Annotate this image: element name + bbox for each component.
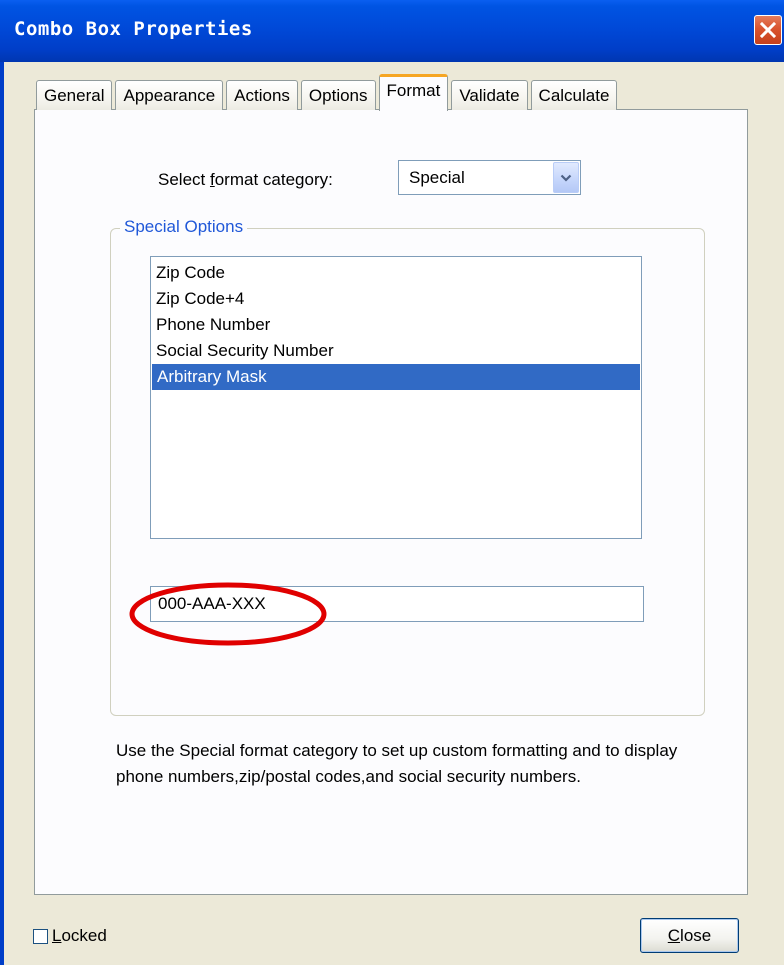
locked-label: Locked (52, 926, 107, 946)
dialog-title: Combo Box Properties (14, 18, 253, 40)
window-frame (0, 62, 4, 965)
list-item[interactable]: Zip Code+4 (151, 286, 641, 312)
arbitrary-mask-input[interactable] (150, 586, 644, 622)
close-button[interactable]: Close (640, 918, 739, 953)
tab-strip: General Appearance Actions Options Forma… (36, 74, 620, 111)
list-item[interactable]: Social Security Number (151, 338, 641, 364)
tab-general[interactable]: General (36, 80, 113, 110)
format-category-label-post: ormat category: (214, 170, 333, 189)
close-icon (759, 21, 777, 39)
tab-validate[interactable]: Validate (451, 80, 528, 110)
list-item[interactable]: Zip Code (151, 260, 641, 286)
list-item-selected[interactable]: Arbitrary Mask (152, 364, 640, 390)
tab-calculate[interactable]: Calculate (530, 80, 618, 110)
format-category-label: Select format category: (158, 170, 333, 190)
chevron-down-icon (560, 174, 572, 182)
format-category-select[interactable]: Special (398, 160, 581, 195)
close-label-accesskey: C (667, 925, 681, 945)
special-options-legend: Special Options (120, 217, 248, 237)
dropdown-button[interactable] (553, 162, 579, 193)
list-item[interactable]: Phone Number (151, 312, 641, 338)
locked-label-rest: ocked (61, 926, 107, 945)
checkbox-box[interactable] (33, 928, 48, 944)
close-window-button[interactable] (754, 15, 782, 45)
close-label-rest: lose (680, 925, 712, 945)
format-help-text: Use the Special format category to set u… (116, 741, 678, 786)
format-category-label-pre: Select (158, 170, 210, 189)
title-bar[interactable]: Combo Box Properties (0, 0, 784, 62)
tab-appearance[interactable]: Appearance (115, 80, 224, 110)
special-options-list[interactable]: Zip Code Zip Code+4 Phone Number Social … (150, 256, 642, 539)
format-category-value: Special (409, 168, 465, 187)
tab-options[interactable]: Options (300, 80, 376, 110)
tab-actions[interactable]: Actions (226, 80, 298, 110)
combo-box-properties-dialog: Combo Box Properties General Appearance … (0, 0, 784, 965)
tab-format[interactable]: Format (378, 74, 449, 111)
locked-checkbox[interactable]: Locked (33, 926, 107, 946)
